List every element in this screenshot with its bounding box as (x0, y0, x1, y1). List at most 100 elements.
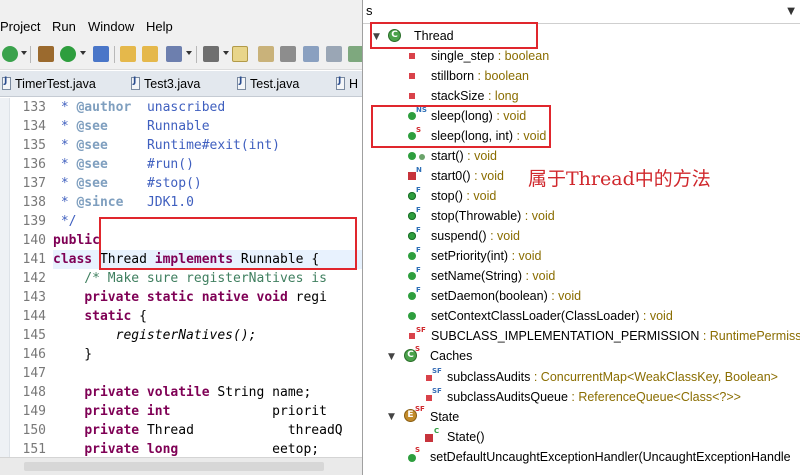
tab-overflow[interactable]: H (336, 76, 358, 93)
line-number: 139 (22, 214, 46, 229)
outline-filter[interactable]: s ▼ (363, 0, 800, 24)
line-number: 134 (22, 119, 46, 134)
code-lines: * @author unascribed * @see Runnable * @… (53, 98, 362, 459)
java-file-icon (2, 76, 11, 90)
tab-test[interactable]: Test.java (237, 76, 299, 93)
line-number: 137 (22, 176, 46, 191)
next-annotation-icon[interactable] (203, 46, 219, 62)
method-icon (408, 312, 416, 320)
java-file-icon (131, 76, 140, 90)
code-editor[interactable]: 133 134 135 136 137 138 139 140 141 142 143 144 145 1… (0, 98, 362, 475)
code-line: private int priorit (84, 404, 327, 419)
outline-item[interactable]: State() (447, 427, 485, 447)
outline-item[interactable]: sleep(long) : void (431, 106, 526, 126)
outline-item[interactable]: setName(String) : void (431, 266, 555, 286)
outline-item[interactable]: setDefaultUncaughtExceptionHandler(Uncau… (430, 447, 791, 467)
open-type-icon[interactable] (120, 46, 136, 62)
field-icon (426, 375, 432, 381)
new-package-icon[interactable] (38, 46, 54, 62)
code-line: public (53, 233, 100, 248)
line-numbers: 133 134 135 136 137 138 139 140 141 142 143 144 145 1… (12, 98, 46, 459)
menu-window[interactable]: Window (88, 19, 134, 34)
collapse-icon[interactable]: ▼ (388, 412, 395, 422)
line-number: 142 (22, 271, 46, 286)
outline-item[interactable]: stackSize : long (431, 86, 519, 106)
collapse-icon[interactable]: ▼ (388, 352, 395, 362)
outline-item[interactable]: stop() : void (431, 186, 496, 206)
method-icon (408, 212, 416, 220)
toolbar (0, 40, 364, 70)
line-number: 145 (22, 328, 46, 343)
tab-test3[interactable]: Test3.java (131, 76, 200, 93)
horizontal-scrollbar[interactable] (0, 457, 362, 475)
highlight-icon[interactable] (258, 46, 274, 62)
new-class-icon[interactable] (60, 46, 76, 62)
menu-bar: Project Run Window Help (0, 0, 362, 40)
line-number: 147 (22, 366, 46, 381)
open-resource-icon[interactable] (142, 46, 158, 62)
new-wizard-icon[interactable] (93, 46, 109, 62)
outline-state[interactable]: State (430, 407, 459, 427)
private-method-icon (408, 172, 416, 180)
code-line: static { (84, 309, 147, 324)
outline-item[interactable]: setDaemon(boolean) : void (431, 286, 581, 306)
view-menu-icon[interactable]: ▼ (787, 6, 795, 17)
outline-item[interactable]: stillborn : boolean (431, 66, 529, 86)
code-line: */ (53, 214, 77, 229)
editor-gutter (0, 98, 10, 475)
code-line: * @see Runtime#exit(int) (53, 138, 280, 153)
outline-item[interactable]: SUBCLASS_IMPLEMENTATION_PERMISSION : Run… (431, 326, 800, 346)
code-line: * @see #stop() (53, 176, 202, 191)
method-icon (408, 192, 416, 200)
collapse-icon[interactable]: ▼ (373, 32, 380, 42)
toggle-mark-occurrences-icon[interactable] (232, 46, 248, 62)
method-icon (408, 132, 416, 140)
run-icon[interactable] (2, 46, 18, 62)
block-selection-icon[interactable] (303, 46, 319, 62)
paragraph-icon[interactable] (326, 46, 342, 62)
search-icon[interactable] (166, 46, 182, 62)
line-number: 144 (22, 309, 46, 324)
filter-input[interactable]: s (366, 3, 373, 18)
java-file-icon (336, 76, 345, 90)
code-line: private static native void regi (84, 290, 327, 305)
menu-help[interactable]: Help (146, 19, 173, 34)
outline-item[interactable]: sleep(long, int) : void (431, 126, 546, 146)
method-icon (408, 454, 416, 462)
line-number: 143 (22, 290, 46, 305)
code-line: private volatile String name; (84, 385, 312, 400)
scrollbar-thumb[interactable] (24, 462, 324, 471)
code-line: class Thread implements Runnable { (53, 250, 362, 269)
outline-item[interactable]: start() : void (431, 146, 497, 166)
line-number: 141 (22, 252, 46, 267)
line-number: 133 (22, 100, 46, 115)
method-icon (408, 252, 416, 260)
class-icon: C (388, 29, 401, 42)
outline-caches[interactable]: Caches (430, 346, 472, 366)
sync-icon (419, 154, 425, 160)
outline-item[interactable]: setPriority(int) : void (431, 246, 541, 266)
line-number: 148 (22, 385, 46, 400)
show-whitespace-icon[interactable] (280, 46, 296, 62)
outline-item[interactable]: subclassAudits : ConcurrentMap<WeakClass… (447, 367, 778, 387)
method-icon (408, 232, 416, 240)
outline-item[interactable]: single_step : boolean (431, 46, 549, 66)
line-number: 149 (22, 404, 46, 419)
field-icon (409, 333, 415, 339)
outline-item[interactable]: subclassAuditsQueue : ReferenceQueue<Cla… (447, 387, 741, 407)
outline-item[interactable]: setContextClassLoader(ClassLoader) : voi… (431, 306, 673, 326)
code-line: registerNatives(); (53, 328, 257, 343)
tab-timertest[interactable]: TimerTest.java (2, 76, 96, 93)
method-icon (408, 112, 416, 120)
code-line: * @see Runnable (53, 119, 210, 134)
outline-item[interactable]: suspend() : void (431, 226, 520, 246)
line-number: 138 (22, 195, 46, 210)
menu-project[interactable]: Project (0, 19, 40, 34)
outline-root[interactable]: Thread (414, 26, 454, 46)
method-icon (408, 292, 416, 300)
menu-run[interactable]: Run (52, 19, 76, 34)
constructor-icon (425, 434, 433, 442)
outline-item[interactable]: start0() : void (431, 166, 504, 186)
outline-item[interactable]: stop(Throwable) : void (431, 206, 555, 226)
